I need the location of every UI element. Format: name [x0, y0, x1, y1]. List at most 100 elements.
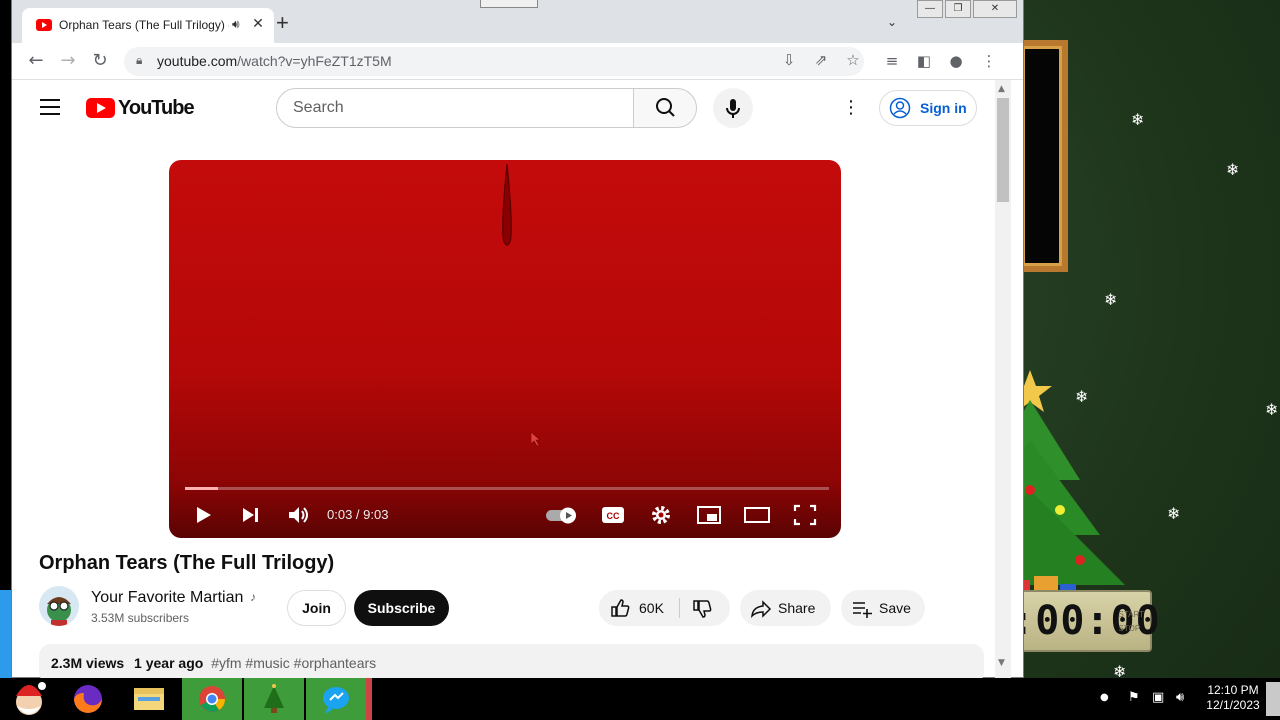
- mouse-cursor-icon: [531, 432, 541, 446]
- save-button[interactable]: Save: [841, 590, 925, 626]
- snowflake-icon: ❄: [1167, 504, 1181, 523]
- scroll-down-arrow-icon[interactable]: ▼: [998, 658, 1005, 668]
- sign-in-button[interactable]: Sign in: [879, 90, 977, 126]
- action-center-flag-icon[interactable]: ⚑: [1128, 690, 1140, 705]
- share-page-icon[interactable]: ⇗: [811, 51, 831, 69]
- taskbar: ● ⚑ ▣ 🔊︎ 12:10 PM 12/1/2023: [0, 678, 1280, 720]
- messenger-taskbar-item[interactable]: [306, 678, 366, 720]
- video-player[interactable]: 0:03 / 9:03 CC: [169, 160, 841, 538]
- settings-gear-icon[interactable]: [649, 500, 673, 530]
- fullscreen-icon[interactable]: [792, 500, 818, 530]
- minimize-button[interactable]: —: [917, 0, 943, 18]
- show-desktop-button[interactable]: [1266, 682, 1280, 716]
- channel-name[interactable]: Your Favorite Martian: [91, 589, 243, 607]
- search-button[interactable]: [633, 88, 697, 128]
- snowflake-icon: ❄: [1226, 160, 1240, 179]
- join-button[interactable]: Join: [287, 590, 346, 626]
- window-controls: — ❐ ✕: [917, 0, 1019, 18]
- timer-stop-label[interactable]: STOP: [1119, 622, 1144, 636]
- guide-menu-icon[interactable]: [40, 99, 60, 115]
- volume-icon[interactable]: [286, 500, 310, 530]
- address-bar[interactable]: 🔒︎ youtube.com/watch?v=yhFeZT1zT5M ⇩ ⇗ ☆: [124, 47, 864, 76]
- subscriber-count: 3.53M subscribers: [91, 611, 190, 625]
- progress-bar[interactable]: [185, 487, 829, 490]
- progress-bar-fill: [185, 487, 218, 490]
- tab-active[interactable]: Orphan Tears (The Full Trilogy) - YouTub…: [22, 8, 274, 43]
- tab-title: Orphan Tears (The Full Trilogy) - YouTub…: [59, 18, 229, 32]
- tray-dot-icon[interactable]: ●: [1100, 692, 1109, 703]
- speaker-icon[interactable]: 🔊︎: [232, 17, 240, 32]
- thumbs-down-icon[interactable]: [691, 598, 713, 620]
- scroll-up-arrow-icon[interactable]: ▲: [998, 84, 1005, 94]
- time-display: 0:03 / 9:03: [327, 507, 389, 522]
- reload-icon[interactable]: ↻: [89, 50, 111, 72]
- video-title: Orphan Tears (The Full Trilogy): [39, 552, 335, 574]
- clock-time: 12:10 PM: [1207, 683, 1259, 697]
- taskbar-item-edge: [366, 678, 372, 720]
- close-window-button[interactable]: ✕: [973, 0, 1017, 18]
- chrome-taskbar-item[interactable]: [182, 678, 242, 720]
- url-path: /watch?v=yhFeZT1zT5M: [237, 53, 392, 69]
- page-scrollbar[interactable]: ▲ ▼: [995, 80, 1011, 678]
- next-video-icon[interactable]: [239, 500, 263, 530]
- chrome-icon: [199, 686, 226, 712]
- youtube-logo[interactable]: YouTube: [86, 97, 195, 119]
- back-arrow-icon[interactable]: ←: [25, 50, 47, 72]
- window-drag-handle[interactable]: [480, 0, 538, 8]
- bookmark-star-icon[interactable]: ☆: [843, 51, 863, 69]
- volume-tray-icon[interactable]: 🔊︎: [1176, 690, 1184, 705]
- hashtags[interactable]: #yfm #music #orphantears: [211, 655, 376, 671]
- close-tab-icon[interactable]: ✕: [250, 15, 266, 32]
- url-text[interactable]: youtube.com/watch?v=yhFeZT1zT5M: [157, 53, 392, 69]
- voice-search-button[interactable]: [713, 88, 753, 128]
- snowflake-icon: ❄: [1265, 400, 1279, 419]
- closed-captions-icon[interactable]: CC: [600, 500, 626, 530]
- search-input[interactable]: Search: [276, 88, 634, 128]
- youtube-play-logo-icon: [86, 98, 115, 118]
- like-count[interactable]: 60K: [639, 600, 664, 616]
- media-queue-icon[interactable]: ≡: [881, 50, 903, 72]
- firefox-icon[interactable]: [64, 678, 112, 720]
- miniplayer-icon[interactable]: [695, 500, 723, 530]
- autoplay-toggle-icon[interactable]: [544, 500, 580, 530]
- timer-start-label[interactable]: START: [1119, 608, 1144, 622]
- description-meta: 2.3M views 1 year ago #yfm #music #orpha…: [51, 655, 376, 671]
- channel-avatar[interactable]: [39, 586, 79, 626]
- channel-avatar-icon: [47, 597, 71, 626]
- scrollbar-thumb[interactable]: [997, 98, 1009, 202]
- profile-avatar-icon[interactable]: ●: [945, 50, 967, 72]
- restore-button[interactable]: ❐: [945, 0, 971, 18]
- file-explorer-icon[interactable]: [124, 678, 174, 720]
- thumbs-up-icon[interactable]: [609, 597, 631, 619]
- new-tab-button[interactable]: +: [276, 12, 289, 34]
- subscribe-button[interactable]: Subscribe: [354, 590, 449, 626]
- timer-controls[interactable]: START STOP: [1119, 608, 1144, 636]
- system-clock[interactable]: 12:10 PM 12/1/2023: [1200, 683, 1266, 713]
- install-app-icon[interactable]: ⇩: [779, 51, 799, 69]
- forward-arrow-icon[interactable]: →: [57, 50, 79, 72]
- share-button[interactable]: Share: [740, 590, 831, 626]
- search-icon: [656, 98, 675, 117]
- account-circle-icon: [889, 97, 911, 119]
- svg-text:CC: CC: [607, 511, 620, 521]
- play-icon[interactable]: [193, 500, 215, 530]
- like-dislike-group: 60K: [599, 590, 730, 626]
- side-panel-icon[interactable]: ◧: [913, 50, 935, 72]
- upload-age: 1 year ago: [134, 655, 204, 671]
- save-label: Save: [879, 600, 911, 616]
- url-domain: youtube.com: [157, 53, 238, 69]
- browser-window: Orphan Tears (The Full Trilogy) - YouTub…: [11, 0, 1024, 684]
- tab-search-chevron-icon[interactable]: ⌄: [887, 15, 897, 29]
- share-arrow-icon: [751, 600, 772, 619]
- youtube-logo-text: YouTube: [118, 97, 195, 119]
- snowflake-icon: ❄: [1104, 290, 1118, 309]
- theater-mode-icon[interactable]: [743, 500, 771, 530]
- christmas-tree-taskbar-item[interactable]: [244, 678, 304, 720]
- lock-icon[interactable]: 🔒︎: [136, 53, 142, 68]
- clock-date: 12/1/2023: [1206, 698, 1260, 712]
- network-icon[interactable]: ▣: [1152, 690, 1164, 705]
- browser-menu-icon[interactable]: ⋮: [978, 50, 1000, 72]
- settings-menu-icon[interactable]: ⋮: [842, 96, 860, 120]
- santa-start-icon[interactable]: [4, 678, 54, 720]
- youtube-header: YouTube Search ⋮ Sign in: [12, 80, 992, 136]
